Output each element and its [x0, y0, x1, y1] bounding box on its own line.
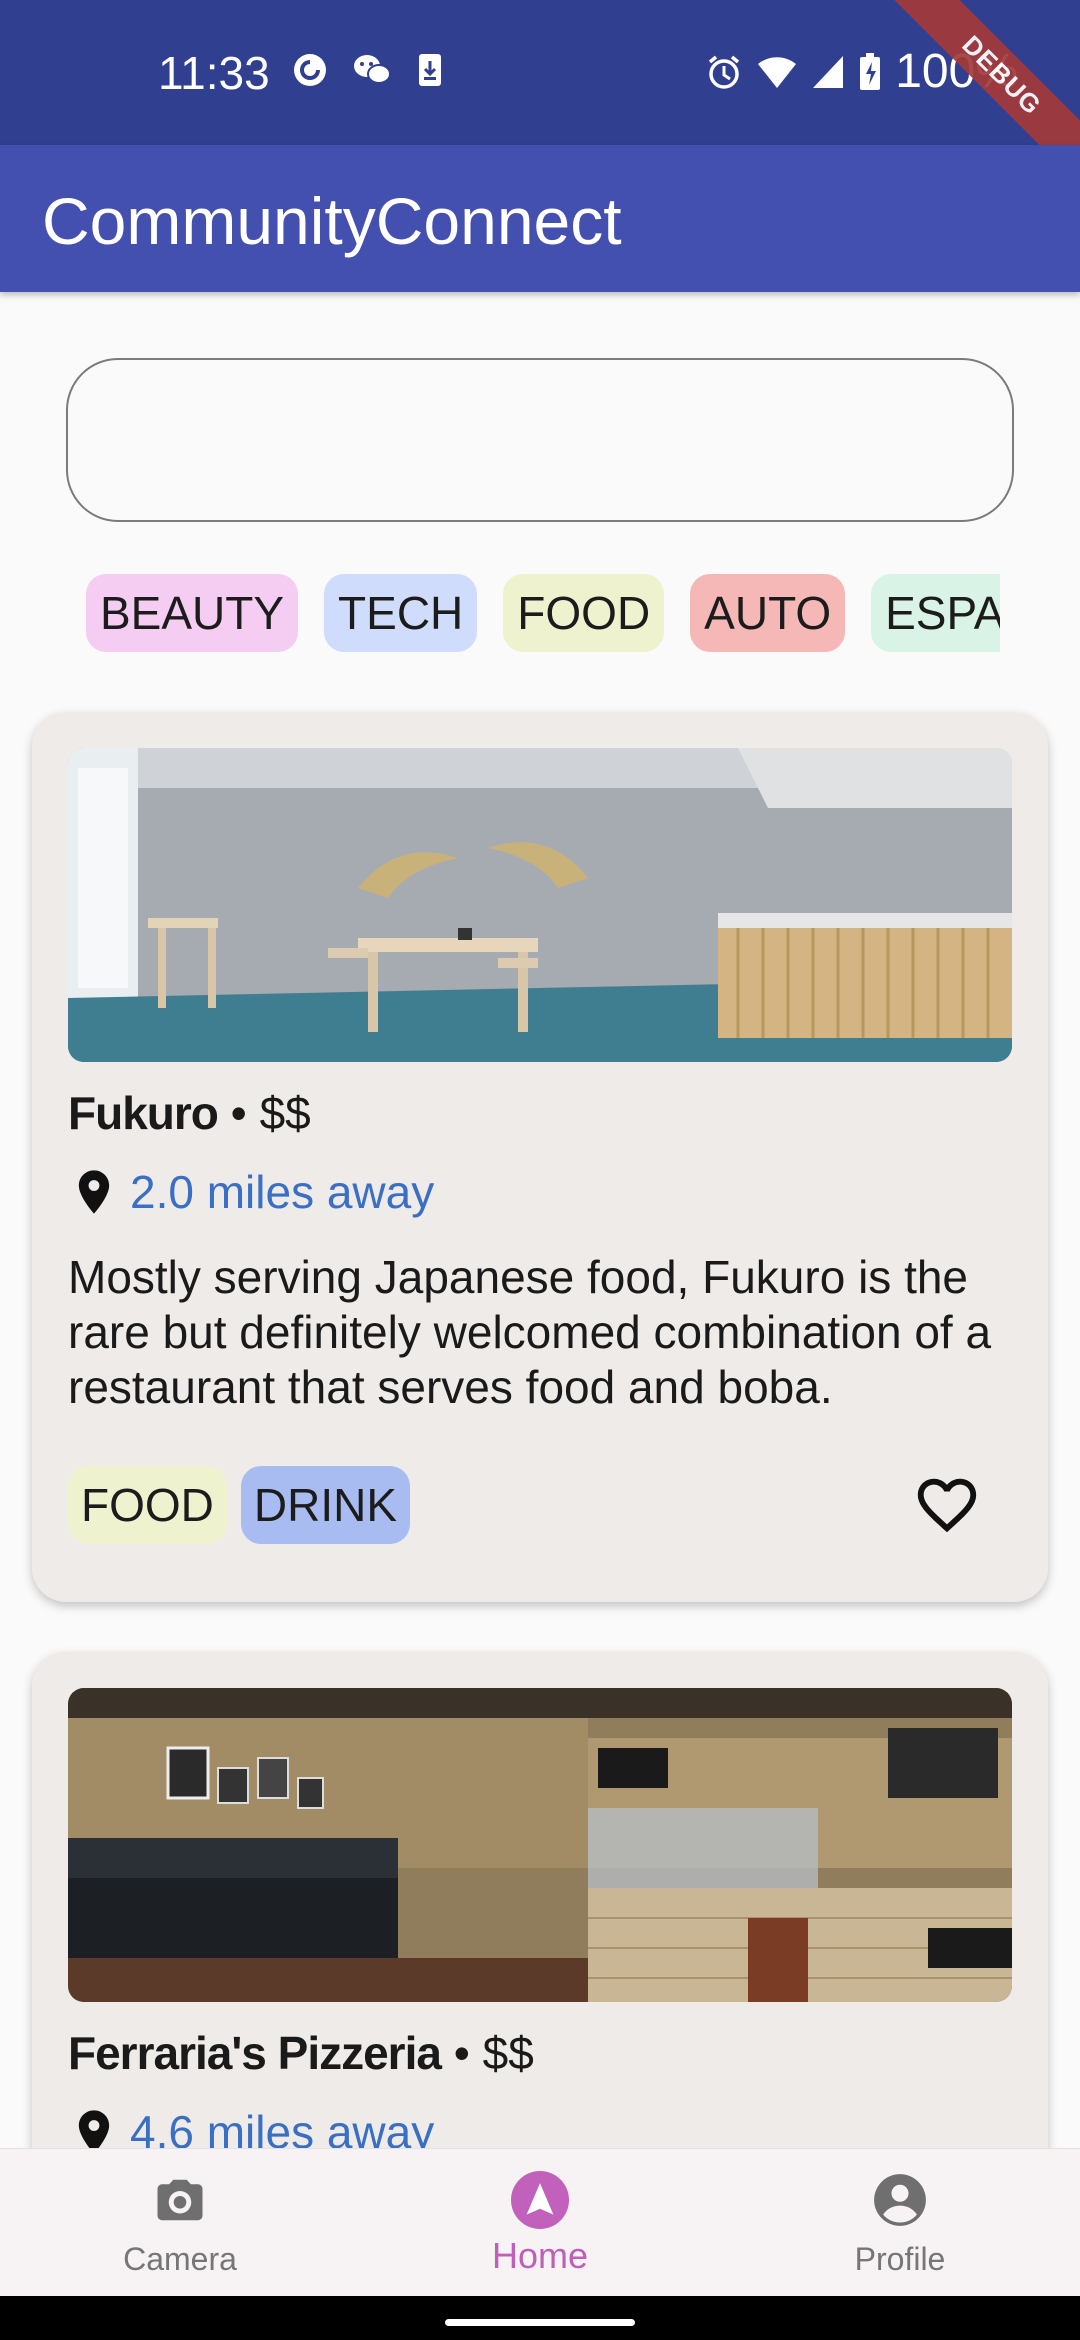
- wifi-icon: [758, 56, 797, 88]
- navigation-icon: [511, 2171, 569, 2229]
- wechat-icon: [354, 55, 391, 84]
- nav-label-profile: Profile: [854, 2241, 946, 2277]
- account-circle-icon: [874, 2174, 926, 2226]
- listing-tags: FOOD DRINK: [68, 1466, 411, 1544]
- status-notification-icons: [292, 52, 444, 88]
- category-chips[interactable]: BEAUTY TECH FOOD AUTO ESPAÑOL: [86, 574, 1000, 654]
- cell-signal-icon: [813, 55, 844, 88]
- listing-name: Fukuro: [68, 1087, 219, 1139]
- title-separator: •: [440, 2027, 483, 2079]
- chip-beauty[interactable]: BEAUTY: [86, 574, 299, 652]
- nav-camera[interactable]: Camera: [60, 2149, 300, 2297]
- listing-title: Ferraria's Pizzeria • $$: [68, 2026, 534, 2080]
- price-level: $$: [482, 2027, 534, 2079]
- app-bar: CommunityConnect: [0, 145, 1080, 292]
- restaurant-photo: [68, 748, 1012, 1062]
- chip-food[interactable]: FOOD: [503, 574, 665, 652]
- chip-espanol[interactable]: ESPAÑOL: [871, 574, 1000, 652]
- bottom-navigation: Camera Home Profile: [0, 2148, 1080, 2297]
- tag-food[interactable]: FOOD: [68, 1466, 227, 1544]
- distance-text: 2.0 miles away: [130, 1166, 435, 1218]
- nav-label-home: Home: [491, 2235, 589, 2276]
- nav-home[interactable]: Home: [420, 2149, 660, 2297]
- location-pin-icon: [78, 1170, 110, 1214]
- title-separator: •: [217, 1087, 260, 1139]
- heart-outline-icon[interactable]: [912, 1470, 982, 1540]
- camera-icon: [157, 2179, 203, 2221]
- tag-drink[interactable]: DRINK: [240, 1466, 411, 1544]
- alarm-icon: [709, 55, 740, 89]
- nav-label-camera: Camera: [123, 2241, 237, 2277]
- listing-name: Ferraria's Pizzeria: [68, 2027, 442, 2079]
- search-input[interactable]: [66, 358, 1014, 522]
- download-icon: [419, 54, 441, 86]
- chip-auto[interactable]: AUTO: [690, 574, 846, 652]
- price-level: $$: [259, 1087, 311, 1139]
- distance-link[interactable]: 2.0 miles away: [68, 1164, 434, 1220]
- status-bar: 11:33 100% DEBUG: [0, 0, 1080, 198]
- restaurant-photo: [68, 1688, 1012, 2002]
- app-title: CommunityConnect: [42, 184, 622, 258]
- home-gesture-handle[interactable]: [445, 2319, 635, 2326]
- system-navigation-bar: [0, 2296, 1080, 2340]
- nav-profile[interactable]: Profile: [780, 2149, 1020, 2297]
- chip-tech[interactable]: TECH: [324, 574, 478, 652]
- listing-card[interactable]: Fukuro • $$ 2.0 miles away Mostly servin…: [32, 712, 1048, 1602]
- listing-description: Mostly serving Japanese food, Fukuro is …: [68, 1251, 992, 1413]
- listing-title: Fukuro • $$: [68, 1086, 311, 1140]
- pocket-casts-icon: [294, 54, 326, 86]
- status-time: 11:33: [158, 47, 270, 99]
- battery-charging-icon: [860, 52, 881, 90]
